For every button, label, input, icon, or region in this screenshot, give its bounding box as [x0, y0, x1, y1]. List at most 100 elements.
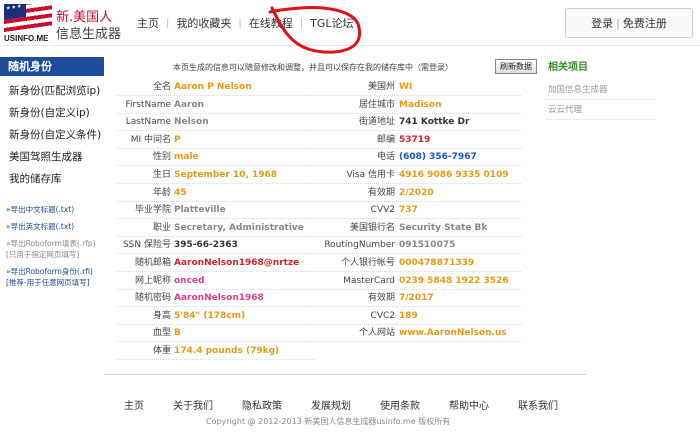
footer-link-privacy[interactable]: 隐私政策 [242, 397, 282, 412]
field-value[interactable]: WI [399, 79, 412, 96]
logo-subtitle: USINFO.ME [4, 34, 49, 43]
field-row: 性别 male [117, 149, 315, 167]
field-row: 体重 174.4 pounds (79kg) [117, 343, 315, 360]
export-english-txt[interactable]: »导出英文标题(.txt) [6, 221, 106, 232]
field-row: 毕业学院 Platteville [117, 202, 315, 220]
field-value[interactable]: onced [174, 273, 204, 290]
related-projects-title: 相关项目 [548, 62, 588, 73]
field-value[interactable]: 091510075 [399, 237, 455, 254]
field-row: 随机密码 AaronNelson1968 [117, 290, 315, 308]
field-value[interactable]: 0239 5848 1922 3526 [399, 273, 509, 290]
related-projects-panel: 相关项目 加国信息生成器 云云代理 [546, 58, 656, 120]
export-roboform-rfi[interactable]: »导出Roboform身份(.rfi) [推荐-用于任意网页填写] [6, 266, 106, 288]
auth-separator: | [616, 16, 620, 30]
field-value[interactable]: 741 Kottke Dr [399, 114, 469, 131]
footer-link-terms[interactable]: 使用条款 [380, 397, 420, 412]
nav-favorites[interactable]: 我的收藏夹 [169, 15, 238, 31]
field-value[interactable]: Security State Bk [399, 220, 487, 237]
field-label: 网上昵称 [134, 275, 171, 286]
field-value[interactable]: (608) 356-7967 [399, 149, 477, 166]
red-annotation-circle [268, 6, 362, 54]
field-value[interactable]: AaronNelson1968@nrtze [174, 255, 299, 272]
export-roboform-rfp[interactable]: »导出Roboform填表(.rfp) [只用于指定网页填写] [6, 238, 106, 260]
auth-box: 登录 | 免费注册 [565, 8, 693, 38]
field-label: CVV2 [370, 205, 395, 216]
field-row: 随机邮箱 AaronNelson1968@nrtze [117, 255, 315, 272]
field-value[interactable]: September 10, 1968 [174, 167, 277, 184]
sidebar-item-license-generator[interactable]: 美国驾照生成器 [0, 146, 104, 168]
field-value[interactable]: Secretary, Administrative [174, 220, 304, 237]
field-value[interactable]: Platteville [174, 202, 226, 219]
footer-link-home[interactable]: 主页 [124, 397, 144, 412]
field-value[interactable]: 189 [399, 308, 418, 325]
field-value[interactable]: 4916 9086 9335 0109 [399, 167, 509, 184]
field-value[interactable]: 45 [174, 185, 187, 202]
footer-link-help[interactable]: 帮助中心 [449, 397, 489, 412]
field-label: 年龄 [152, 187, 171, 198]
field-value[interactable]: 174.4 pounds (79kg) [174, 343, 279, 360]
nav-home[interactable]: 主页 [130, 15, 166, 31]
field-value[interactable]: P [174, 132, 181, 149]
logo[interactable]: USINFO.ME 新.美国人 信息生成器 [4, 4, 121, 43]
footer-link-about[interactable]: 关于我们 [173, 397, 213, 412]
logo-title-line2: 信息生成器 [56, 27, 122, 42]
footer-link-roadmap[interactable]: 发展规划 [311, 397, 351, 412]
field-row: CVV2 737 [311, 202, 521, 220]
export-rfp-note: [只用于指定网页填写] [6, 250, 80, 259]
field-label: 毕业学院 [134, 205, 171, 216]
field-label: MasterCard [343, 275, 395, 286]
field-row: SSN 保险号 395-66-2363 [117, 237, 315, 255]
field-value[interactable]: Nelson [174, 114, 209, 131]
field-label: FirstName [125, 99, 172, 110]
sidebar-item-new-identity-ip[interactable]: 新身份(匹配浏览ip) [0, 80, 104, 102]
export-chinese-txt[interactable]: »导出中文标题(.txt) [6, 204, 106, 215]
field-value[interactable]: 7/2017 [399, 290, 434, 307]
field-value[interactable]: AaronNelson1968 [174, 290, 264, 307]
field-value[interactable]: 000478871339 [399, 255, 474, 272]
login-link[interactable]: 登录 [591, 15, 613, 31]
field-row: 居住城市 Madison [311, 97, 521, 114]
export-rfi-note: [推荐-用于任意网页填写] [6, 278, 90, 287]
field-label: RoutingNumber [324, 240, 395, 251]
notice-text: 本页生成的信息可以随意修改和调整，并且可以保存在我的储存库中（需登录） [173, 63, 453, 72]
field-row: 美国州 WI [311, 79, 521, 96]
field-value[interactable]: 737 [399, 202, 418, 219]
field-value[interactable]: male [174, 149, 199, 166]
related-item-yunyun-proxy[interactable]: 云云代理 [546, 100, 656, 120]
sidebar-item-new-identity-custom-ip[interactable]: 新身份(自定义ip) [0, 102, 104, 124]
field-value[interactable]: 2/2020 [399, 185, 434, 202]
field-value[interactable]: B [174, 325, 181, 342]
field-label: CVC2 [370, 310, 395, 321]
export-rfi-label: »导出Roboform身份(.rfi) [6, 267, 93, 276]
field-value[interactable]: 53719 [399, 132, 430, 149]
footer-link-contact[interactable]: 联系我们 [518, 397, 558, 412]
field-value[interactable]: Aaron P Nelson [174, 79, 252, 96]
field-label: 个人网站 [358, 328, 395, 339]
field-value[interactable]: Madison [399, 97, 442, 114]
field-label: 街道地址 [358, 117, 395, 128]
sidebar-item-new-identity-custom-conditions[interactable]: 新身份(自定义条件) [0, 124, 104, 146]
field-value[interactable]: 395-66-2363 [174, 237, 238, 254]
field-label: 随机邮箱 [134, 258, 171, 268]
field-label: LastName [125, 117, 171, 128]
field-label: 个人银行帐号 [340, 258, 395, 268]
sidebar-item-random-identity[interactable]: 随机身份 [0, 57, 104, 76]
field-value[interactable]: 5'84" (178cm) [174, 308, 245, 325]
field-label: 职业 [152, 222, 171, 233]
field-value[interactable]: www.AaronNelson.us [399, 325, 507, 342]
field-row: 有效期 7/2017 [311, 290, 521, 308]
sidebar: 随机身份 新身份(匹配浏览ip) 新身份(自定义ip) 新身份(自定义条件) 美… [0, 57, 104, 190]
field-row: 职业 Secretary, Administrative [117, 220, 315, 237]
sidebar-item-my-storage[interactable]: 我的储存库 [0, 168, 104, 190]
field-label: 邮编 [376, 134, 395, 145]
refresh-data-button[interactable]: 刷新数据 [495, 59, 537, 74]
field-row: 邮编 53719 [311, 132, 521, 149]
field-value[interactable]: Aaron [174, 97, 204, 114]
footer-nav: 主页 关于我们 隐私政策 发展规划 使用条款 帮助中心 联系我们 [124, 397, 587, 412]
field-row: CVC2 189 [311, 308, 521, 325]
register-link[interactable]: 免费注册 [623, 15, 667, 31]
field-label: 电话 [376, 152, 395, 163]
field-row: 身高 5'84" (178cm) [117, 308, 315, 325]
related-item-canada-generator[interactable]: 加国信息生成器 [546, 80, 656, 100]
field-label: 有效期 [367, 293, 395, 304]
